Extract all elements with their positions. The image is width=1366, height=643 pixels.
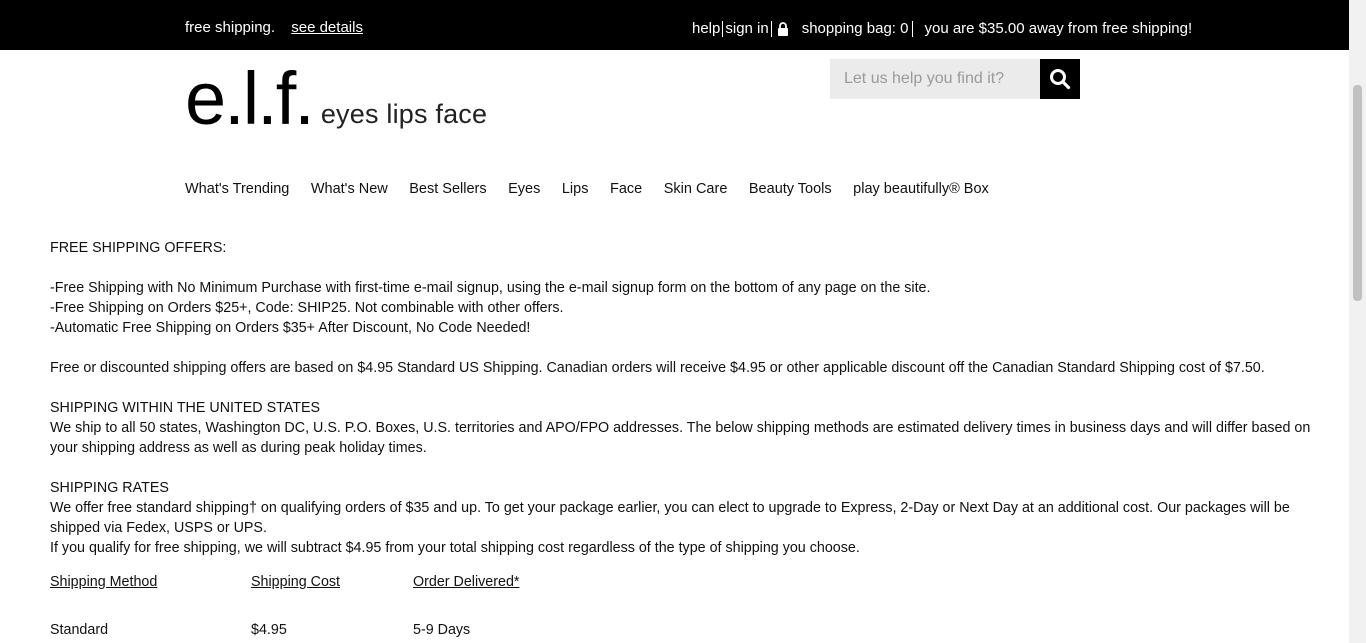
scrollbar-thumb[interactable] xyxy=(1353,85,1362,301)
us-shipping-heading: SHIPPING WITHIN THE UNITED STATES xyxy=(50,400,321,416)
lock-icon xyxy=(776,21,790,36)
table-cell-method: Standard xyxy=(50,622,109,638)
search-button[interactable] xyxy=(1040,59,1080,99)
nav-item-best-sellers[interactable]: Best Sellers xyxy=(409,181,486,197)
search-input[interactable] xyxy=(830,59,1040,99)
column-header-method: Shipping Method xyxy=(50,574,158,590)
column-header-delivered: Order Delivered* xyxy=(413,574,520,590)
logo-mark: e.l.f. xyxy=(185,57,315,140)
search-icon xyxy=(1050,69,1071,90)
offer-item: -Automatic Free Shipping on Orders $35+ … xyxy=(50,320,531,336)
divider xyxy=(722,20,724,37)
scrollbar[interactable] xyxy=(1349,0,1366,643)
shipping-rates-heading: SHIPPING RATES xyxy=(50,480,169,496)
offer-item: -Free Shipping on Orders $25+, Code: SHI… xyxy=(50,300,564,316)
promo-text: free shipping. xyxy=(185,19,276,36)
help-link[interactable]: help xyxy=(692,20,720,37)
logo[interactable]: e.l.f. eyes lips face xyxy=(185,62,487,136)
search-bar xyxy=(830,59,1080,99)
table-cell-delivered: 5-9 Days xyxy=(413,622,471,638)
column-header-cost: Shipping Cost xyxy=(251,574,341,590)
see-details-link[interactable]: see details xyxy=(291,19,363,36)
promo-banner: free shipping. see details xyxy=(185,19,363,36)
nav-item-whats-new[interactable]: What's New xyxy=(311,181,388,197)
us-shipping-body: We ship to all 50 states, Washington DC,… xyxy=(50,420,1311,456)
discount-note: Free or discounted shipping offers are b… xyxy=(50,360,1265,376)
shipping-rates-note: If you qualify for free shipping, we wil… xyxy=(50,540,860,556)
nav-item-beauty-tools[interactable]: Beauty Tools xyxy=(749,181,832,197)
account-links: help sign in shopping bag: 0 you are $35… xyxy=(692,20,1192,37)
main-nav: What's Trending What's New Best Sellers … xyxy=(185,181,1010,197)
top-bar: free shipping. see details help sign in … xyxy=(0,0,1349,50)
free-shipping-status: you are $35.00 away from free shipping! xyxy=(924,20,1193,37)
table-cell-cost: $4.95 xyxy=(251,622,287,638)
nav-item-play-beautifully-box[interactable]: play beautifully® Box xyxy=(853,181,989,197)
nav-item-face[interactable]: Face xyxy=(610,181,642,197)
divider xyxy=(770,20,772,37)
nav-item-skin-care[interactable]: Skin Care xyxy=(664,181,728,197)
shipping-rates-body: We offer free standard shipping† on qual… xyxy=(50,500,1290,536)
nav-item-whats-trending[interactable]: What's Trending xyxy=(185,181,289,197)
divider xyxy=(912,20,914,37)
shipping-info: FREE SHIPPING OFFERS: -Free Shipping wit… xyxy=(50,238,1340,558)
logo-tagline: eyes lips face xyxy=(320,99,488,129)
offer-item: -Free Shipping with No Minimum Purchase … xyxy=(50,280,931,296)
nav-item-lips[interactable]: Lips xyxy=(562,181,589,197)
nav-item-eyes[interactable]: Eyes xyxy=(508,181,540,197)
page: free shipping. see details help sign in … xyxy=(0,0,1366,643)
sign-in-link[interactable]: sign in xyxy=(725,20,768,37)
shopping-bag-link[interactable]: shopping bag: 0 xyxy=(802,20,909,37)
offers-heading: FREE SHIPPING OFFERS: xyxy=(50,240,227,256)
